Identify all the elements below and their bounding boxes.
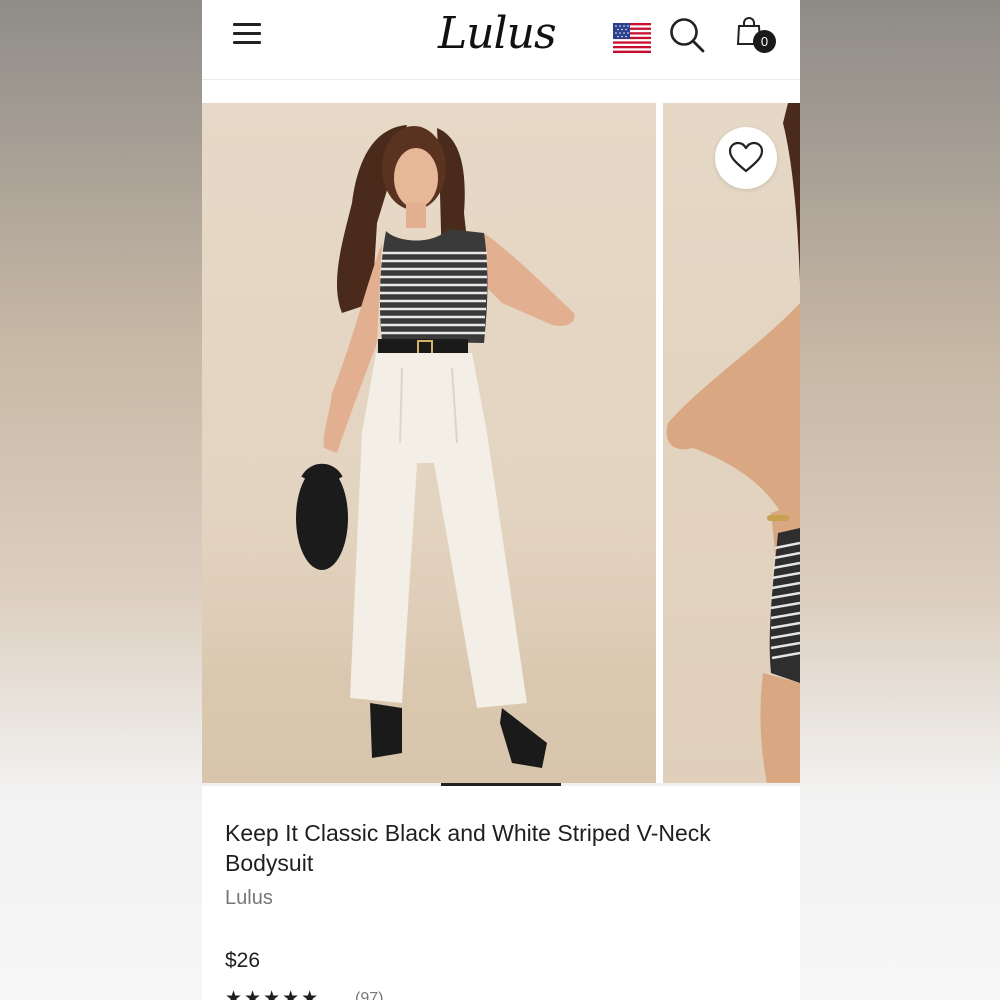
mobile-page: Lulus 0 Keep It Classic Black and White … xyxy=(202,0,800,1000)
carousel-progress-indicator xyxy=(441,783,561,786)
cart-count-badge: 0 xyxy=(753,30,776,53)
right-backdrop xyxy=(800,0,1000,1000)
heart-icon xyxy=(728,141,764,173)
product-image-carousel[interactable] xyxy=(202,103,800,783)
rating-count[interactable]: (97) xyxy=(355,990,383,1000)
product-title: Keep It Classic Black and White Striped … xyxy=(225,820,711,876)
shopping-bag-icon[interactable]: 0 xyxy=(736,16,778,56)
product-image-main[interactable] xyxy=(202,103,656,783)
hamburger-menu-icon[interactable] xyxy=(233,20,263,46)
product-price: $26 xyxy=(225,949,261,972)
wishlist-button[interactable] xyxy=(715,127,777,189)
product-brand[interactable]: Lulus xyxy=(225,887,273,910)
site-header: Lulus 0 xyxy=(202,0,800,80)
product-image-next[interactable] xyxy=(663,103,800,783)
lulus-logo[interactable]: Lulus xyxy=(438,4,568,64)
left-backdrop xyxy=(0,0,202,1000)
search-icon[interactable] xyxy=(668,16,706,54)
us-flag-icon[interactable] xyxy=(613,23,651,53)
rating-stars[interactable]: ★★★★★ xyxy=(225,987,320,1000)
